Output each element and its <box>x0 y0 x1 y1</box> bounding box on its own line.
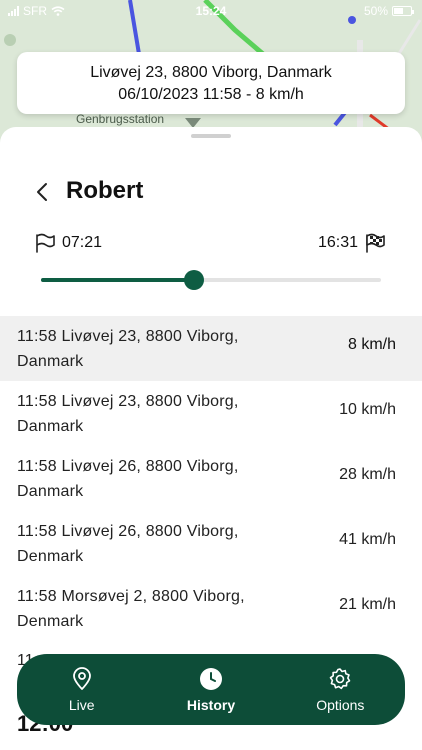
nav-options-label: Options <box>316 696 365 713</box>
start-time-group: 07:21 <box>34 233 102 253</box>
history-row-line2: Danmark <box>17 483 84 500</box>
end-time-group: 16:31 <box>318 233 386 253</box>
slider-fill <box>41 278 194 282</box>
status-bar: SFR 15:24 50% <box>0 0 422 24</box>
sheet-grabber[interactable] <box>191 134 231 138</box>
history-row[interactable]: 11:58 Livøvej 23, 8800 Viborg, Danmark 1… <box>0 381 422 446</box>
location-detail: 06/10/2023 11:58 - 8 km/h <box>118 86 304 103</box>
history-row-speed: 41 km/h <box>339 531 396 548</box>
history-row-line2: Danmark <box>17 418 84 435</box>
history-row-location: 11:58 Livøvej 23, 8800 Viborg, Danmark <box>17 324 287 374</box>
start-time: 07:21 <box>62 234 103 251</box>
page-title: Robert <box>66 177 144 204</box>
nav-history[interactable]: History <box>146 654 275 725</box>
history-row-location: 11:58 Livøvej 26, 8800 Viborg, Danmark <box>17 454 287 504</box>
history-row-line2: Denmark <box>17 613 84 630</box>
checkered-flag-icon <box>366 233 385 253</box>
map-place-label: Genbrugsstation <box>76 112 165 126</box>
slider-thumb[interactable] <box>184 270 204 290</box>
clock-icon <box>199 667 222 690</box>
nav-options[interactable]: Options <box>276 654 405 725</box>
battery-icon <box>392 6 414 16</box>
history-row-location: 11:58 Morsøvej 2, 8800 Viborg, Denmark <box>17 584 287 634</box>
location-address: Livøvej 23, 8800 Viborg, Danmark <box>90 64 332 81</box>
status-time: 15:24 <box>195 4 227 18</box>
history-row-line1: 11:58 Livøvej 26, 8800 Viborg, <box>17 523 239 540</box>
nav-live[interactable]: Live <box>17 654 146 725</box>
history-row-line1: 11:58 Livøvej 26, 8800 Viborg, <box>17 458 239 475</box>
nav-history-label: History <box>186 696 236 713</box>
history-row[interactable]: 11:58 Livøvej 26, 8800 Viborg, Denmark 4… <box>0 511 422 576</box>
history-row-line2: Danmark <box>17 353 84 370</box>
history-row-line1: 11:58 Livøvej 23, 8800 Viborg, <box>17 393 239 410</box>
status-right: 50% <box>363 4 414 18</box>
history-row-speed: 28 km/h <box>339 466 396 483</box>
history-row-location: 11:58 Livøvej 23, 8800 Viborg, Danmark <box>17 389 287 439</box>
chevron-left-icon <box>37 183 47 201</box>
history-row[interactable]: 11:58 Livøvej 23, 8800 Viborg, Danmark 8… <box>0 316 422 381</box>
history-row[interactable]: 11:58 Morsøvej 2, 8800 Viborg, Denmark 2… <box>0 576 422 641</box>
history-row-location: 11:58 Livøvej 26, 8800 Viborg, Denmark <box>17 519 287 569</box>
history-row-line2: Denmark <box>17 548 84 565</box>
location-card: Livøvej 23, 8800 Viborg, Danmark 06/10/2… <box>17 52 405 114</box>
history-list: 11:58 Livøvej 23, 8800 Viborg, Danmark 8… <box>0 316 422 641</box>
history-row[interactable]: 11:58 Livøvej 26, 8800 Viborg, Danmark 2… <box>0 446 422 511</box>
history-row-speed: 8 km/h <box>347 336 396 353</box>
history-row-line1: 11:58 Morsøvej 2, 8800 Viborg, <box>17 588 245 605</box>
back-button[interactable] <box>30 179 54 205</box>
history-row-speed: 10 km/h <box>339 401 396 418</box>
bottom-nav: Live History Options <box>17 654 405 725</box>
gear-icon <box>330 667 351 689</box>
flag-icon <box>36 233 55 253</box>
nav-live-label: Live <box>68 696 95 713</box>
history-row-line1: 11:58 Livøvej 23, 8800 Viborg, <box>17 328 239 345</box>
history-row-speed: 21 km/h <box>339 596 396 613</box>
location-pin-icon <box>72 666 91 690</box>
battery-percent: 50% <box>363 4 388 18</box>
time-slider[interactable] <box>41 270 381 290</box>
end-time: 16:31 <box>317 234 358 251</box>
